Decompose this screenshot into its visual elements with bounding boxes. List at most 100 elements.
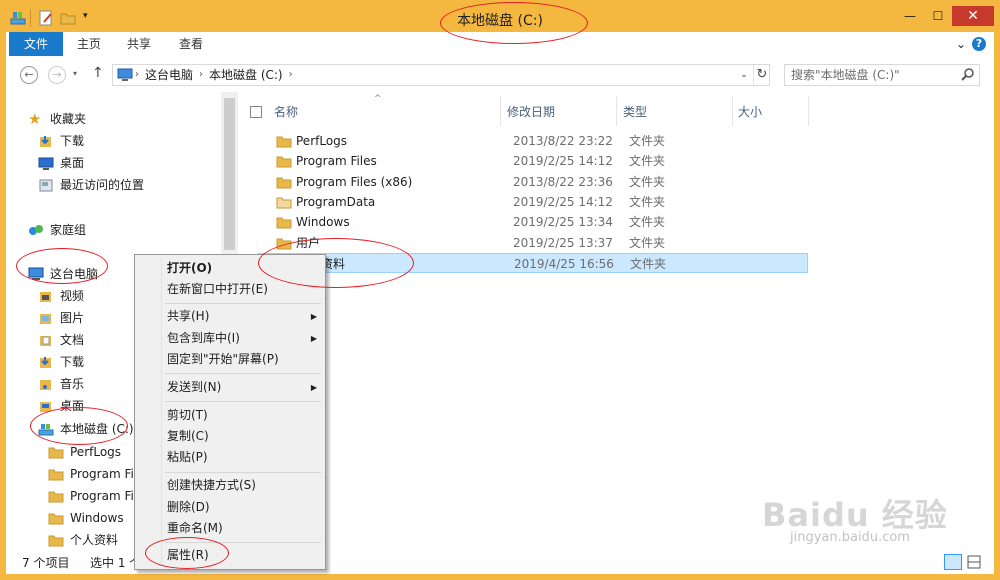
nav-item-videos[interactable]: 视频: [38, 286, 84, 306]
tab-home[interactable]: 主页: [66, 32, 112, 56]
file-name: ProgramData: [296, 195, 376, 209]
nav-item-downloads[interactable]: 下载: [38, 131, 84, 151]
file-type: 文件夹: [629, 175, 666, 189]
column-divider[interactable]: [808, 96, 809, 126]
menu-item-share[interactable]: 共享(H) ▶: [167, 306, 317, 327]
nav-local-disk[interactable]: 本地磁盘 (C:): [38, 419, 134, 439]
file-name: Windows: [296, 215, 350, 229]
menu-item-paste[interactable]: 粘贴(P): [167, 447, 317, 468]
forward-button[interactable]: →: [48, 66, 66, 84]
tab-share[interactable]: 共享: [116, 32, 162, 56]
column-header-type[interactable]: 类型: [623, 100, 647, 124]
scrollbar-thumb[interactable]: [224, 98, 235, 250]
refresh-button[interactable]: ↻: [753, 65, 770, 85]
table-row-selected[interactable]: 个人资料 2019/4/25 16:56 文件夹: [258, 253, 808, 273]
table-row[interactable]: Windows 2019/2/25 13:34 文件夹: [258, 212, 808, 232]
file-date: 2013/8/22 23:22: [513, 134, 613, 148]
menu-item-open[interactable]: 打开(O): [167, 258, 317, 279]
nav-this-pc[interactable]: 这台电脑: [28, 264, 98, 284]
tab-view[interactable]: 查看: [166, 32, 216, 56]
file-type: 文件夹: [629, 154, 666, 168]
menu-item-label: 共享(H): [167, 309, 210, 323]
close-button[interactable]: ✕: [952, 6, 994, 26]
table-row[interactable]: ProgramData 2019/2/25 14:12 文件夹: [258, 192, 808, 212]
folder-icon: [276, 156, 292, 168]
nav-item-music[interactable]: 音乐: [38, 374, 84, 394]
search-icon[interactable]: [961, 67, 975, 81]
table-row[interactable]: Program Files (x86) 2013/8/22 23:36 文件夹: [258, 172, 808, 192]
menu-item-delete[interactable]: 删除(D): [167, 497, 317, 518]
menu-item-copy[interactable]: 复制(C): [167, 426, 317, 447]
select-all-checkbox[interactable]: [250, 106, 262, 118]
nav-label: 音乐: [60, 377, 85, 391]
search-input[interactable]: 搜索"本地磁盘 (C:)": [784, 64, 980, 86]
menu-item-include-library[interactable]: 包含到库中(I) ▶: [167, 328, 317, 349]
up-button[interactable]: ↑: [92, 65, 104, 81]
ribbon-tabs: 文件 主页 共享 查看 ⌄ ?: [6, 32, 994, 57]
folder-icon: [276, 197, 292, 209]
submenu-arrow-icon: ▶: [310, 383, 317, 392]
title-bar: ▾ 本地磁盘 (C:) — ☐ ✕: [6, 6, 994, 32]
column-header-size[interactable]: 大小: [738, 100, 762, 124]
folder-icon: [48, 447, 64, 459]
folder-icon: [276, 238, 292, 250]
nav-item-documents[interactable]: 文档: [38, 330, 84, 350]
file-date: 2019/2/25 14:12: [513, 195, 613, 209]
file-type: 文件夹: [630, 257, 667, 271]
menu-item-open-new-window[interactable]: 在新窗口中打开(E): [167, 279, 317, 300]
status-item-count: 7 个项目: [22, 556, 70, 570]
nav-item-windows[interactable]: Windows: [48, 508, 124, 528]
chevron-down-icon[interactable]: ⌄: [956, 37, 966, 51]
back-button[interactable]: ←: [20, 66, 38, 84]
menu-item-create-shortcut[interactable]: 创建快捷方式(S): [167, 475, 317, 496]
nav-item-downloads-pc[interactable]: 下载: [38, 352, 84, 372]
nav-favorites[interactable]: ★ 收藏夹: [28, 109, 86, 129]
nav-item-perflogs[interactable]: PerfLogs: [48, 442, 121, 462]
nav-item-program-files-x86[interactable]: Program Fil: [48, 486, 137, 506]
table-row[interactable]: PerfLogs 2013/8/22 23:22 文件夹: [258, 131, 808, 151]
column-header-name[interactable]: 名称: [274, 100, 298, 124]
menu-item-pin-start[interactable]: 固定到"开始"屏幕(P): [167, 349, 317, 370]
details-view-icon[interactable]: [944, 554, 962, 570]
large-icons-view-icon[interactable]: [966, 554, 982, 570]
maximize-button[interactable]: ☐: [924, 6, 952, 26]
nav-item-program-files[interactable]: Program Fil: [48, 464, 137, 484]
nav-item-pictures[interactable]: 图片: [38, 308, 84, 328]
nav-item-desktop-pc[interactable]: 桌面: [38, 396, 84, 416]
menu-item-properties[interactable]: 属性(R): [167, 545, 317, 566]
nav-homegroup[interactable]: 家庭组: [28, 220, 86, 240]
menu-item-rename[interactable]: 重命名(M): [167, 518, 317, 539]
recent-locations-icon[interactable]: ▾: [73, 69, 77, 78]
menu-item-cut[interactable]: 剪切(T): [167, 405, 317, 426]
minimize-button[interactable]: —: [896, 6, 924, 26]
address-history-icon[interactable]: ⌄: [736, 65, 752, 85]
nav-label: 下载: [60, 355, 85, 369]
column-divider[interactable]: [616, 96, 617, 126]
chevron-right-icon[interactable]: ›: [133, 65, 141, 85]
nav-label: 个人资料: [70, 533, 119, 547]
help-icon[interactable]: ?: [972, 37, 986, 51]
nav-item-recent-places[interactable]: 最近访问的位置: [38, 175, 144, 195]
breadcrumb: › 这台电脑 › 本地磁盘 (C:) ›: [113, 65, 295, 85]
tab-file[interactable]: 文件: [9, 32, 63, 56]
breadcrumb-this-pc[interactable]: 这台电脑: [141, 65, 197, 85]
folder-icon: [276, 177, 292, 189]
nav-label: 最近访问的位置: [60, 178, 145, 192]
address-bar[interactable]: › 这台电脑 › 本地磁盘 (C:) › ⌄ ↻: [112, 64, 770, 86]
submenu-arrow-icon: ▶: [310, 312, 317, 321]
chevron-right-icon[interactable]: ›: [287, 65, 295, 85]
column-divider[interactable]: [732, 96, 733, 126]
menu-item-send-to[interactable]: 发送到(N) ▶: [167, 377, 317, 398]
nav-item-personal-data[interactable]: 个人资料: [48, 530, 118, 550]
column-divider[interactable]: [500, 96, 501, 126]
column-header-date[interactable]: 修改日期: [507, 100, 555, 124]
table-row[interactable]: Program Files 2019/2/25 14:12 文件夹: [258, 151, 808, 171]
chevron-right-icon[interactable]: ›: [197, 65, 205, 85]
pictures-icon: [40, 314, 51, 324]
file-date: 2019/4/25 16:56: [514, 257, 614, 271]
table-row[interactable]: 用户 2019/2/25 13:37 文件夹: [258, 233, 808, 253]
nav-item-desktop[interactable]: 桌面: [38, 153, 84, 173]
nav-label: Program Fil: [70, 489, 138, 503]
breadcrumb-local-disk[interactable]: 本地磁盘 (C:): [205, 65, 287, 85]
videos-icon: [40, 292, 51, 302]
